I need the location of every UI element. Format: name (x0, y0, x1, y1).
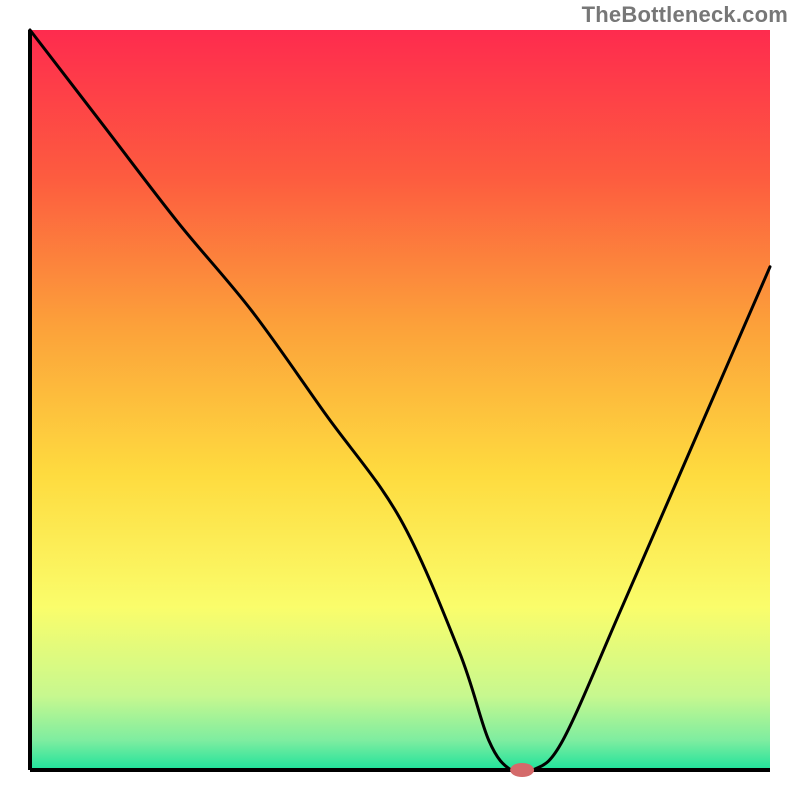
optimal-point-marker (510, 763, 534, 777)
plot-background (30, 30, 770, 770)
watermark-label: TheBottleneck.com (582, 2, 788, 28)
chart-container: TheBottleneck.com (0, 0, 800, 800)
chart-svg (0, 0, 800, 800)
